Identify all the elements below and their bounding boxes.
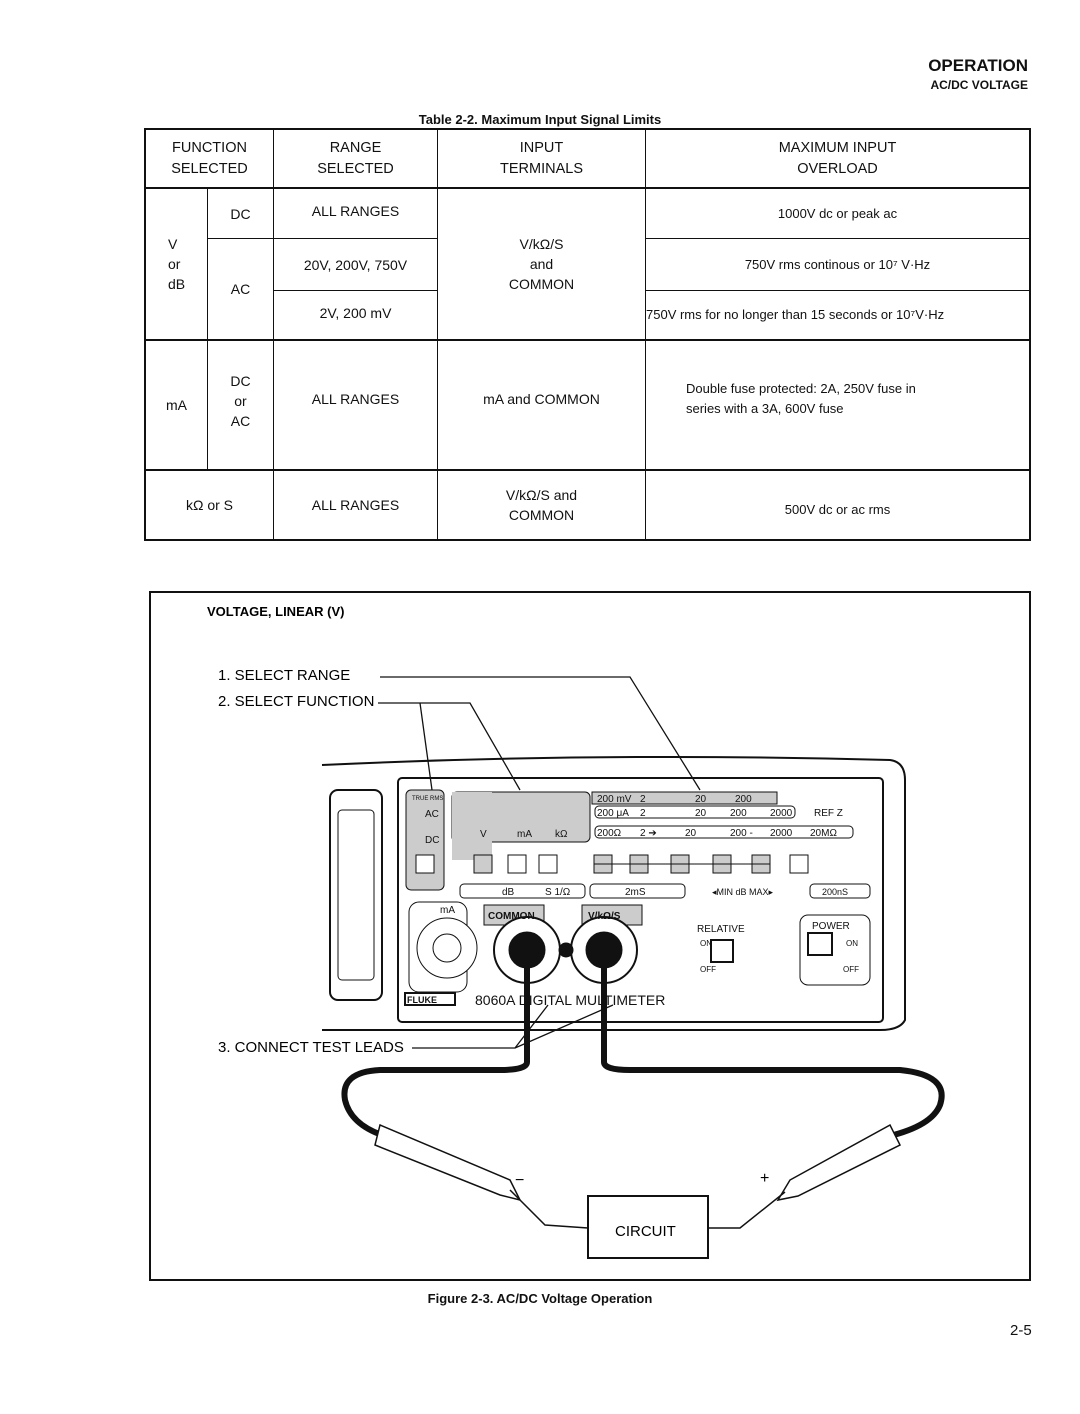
svg-text:8060A DIGITAL MULTIMETER: 8060A DIGITAL MULTIMETER [475, 992, 665, 1008]
svg-text:20MΩ: 20MΩ [810, 828, 837, 839]
svg-text:AC: AC [425, 809, 439, 820]
svg-text:200 -: 200 - [730, 828, 753, 839]
svg-text:POWER: POWER [812, 921, 850, 932]
svg-text:TRUE RMS: TRUE RMS [412, 796, 443, 802]
svg-text:20: 20 [695, 808, 707, 819]
svg-text:S 1/Ω: S 1/Ω [545, 887, 571, 898]
svg-text:RELATIVE: RELATIVE [697, 924, 745, 935]
svg-text:DC: DC [425, 835, 439, 846]
svg-text:OFF: OFF [700, 965, 716, 974]
svg-text:mA: mA [440, 905, 455, 916]
circuit-label: CIRCUIT [615, 1223, 676, 1240]
svg-text:20: 20 [695, 794, 707, 805]
svg-text:V: V [480, 829, 487, 840]
step-2: 2. SELECT FUNCTION [218, 693, 374, 710]
svg-text:kΩ: kΩ [555, 829, 568, 840]
probe-positive [776, 1123, 902, 1202]
figure-caption: Figure 2-3. AC/DC Voltage Operation [427, 1291, 653, 1306]
probe-minus-label: − [515, 1172, 524, 1189]
step-3: 3. CONNECT TEST LEADS [218, 1039, 404, 1056]
voltage-operation-figure: VOLTAGE, LINEAR (V) 1. SELECT RANGE 2. S… [149, 591, 1031, 1281]
svg-text:200nS: 200nS [822, 887, 848, 897]
svg-text:2000: 2000 [770, 808, 793, 819]
svg-text:FLUKE: FLUKE [407, 995, 437, 1005]
svg-text:◂MIN dB MAX▸: ◂MIN dB MAX▸ [712, 887, 774, 897]
svg-text:REF Z: REF Z [814, 808, 843, 819]
svg-text:200 mV: 200 mV [597, 794, 632, 805]
figure-heading: VOLTAGE, LINEAR (V) [207, 604, 344, 619]
svg-text:200: 200 [735, 794, 752, 805]
page-number: 2-5 [1010, 1322, 1032, 1339]
svg-text:2: 2 [640, 808, 646, 819]
svg-text:COMMON: COMMON [488, 911, 535, 922]
svg-text:V/kΩ/S: V/kΩ/S [588, 911, 621, 922]
svg-text:OFF: OFF [843, 965, 859, 974]
svg-text:2: 2 [640, 794, 646, 805]
svg-text:20: 20 [685, 828, 697, 839]
manual-page: OPERATION AC/DC VOLTAGE Table 2-2. Maxim… [0, 0, 1080, 1414]
svg-text:mA: mA [517, 829, 532, 840]
probe-negative [374, 1123, 522, 1202]
svg-text:200: 200 [730, 808, 747, 819]
svg-text:ON: ON [846, 939, 858, 948]
svg-text:200Ω: 200Ω [597, 828, 622, 839]
probe-plus-label: + [760, 1170, 769, 1187]
svg-text:200 μA: 200 μA [597, 808, 629, 819]
step-1: 1. SELECT RANGE [218, 667, 350, 684]
svg-text:dB: dB [502, 887, 515, 898]
svg-text:ON: ON [700, 939, 712, 948]
svg-text:2000: 2000 [770, 828, 793, 839]
svg-text:2 ➔: 2 ➔ [640, 828, 657, 839]
svg-text:2mS: 2mS [625, 887, 646, 898]
